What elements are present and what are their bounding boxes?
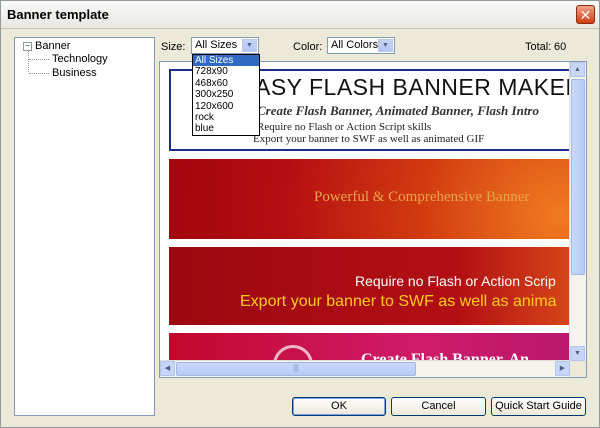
vertical-scrollbar[interactable]: ▲ ▼ <box>569 62 586 361</box>
tree-item-technology[interactable]: Technology <box>52 53 108 65</box>
total-count: 60 <box>554 41 567 53</box>
cancel-button[interactable]: Cancel <box>391 397 486 416</box>
scroll-right-icon[interactable]: ▶ <box>555 361 570 376</box>
title-bar: Banner template ✕ <box>1 1 599 29</box>
size-option[interactable]: 300x250 <box>193 89 259 100</box>
tree-item-label: Banner <box>35 40 71 52</box>
size-option[interactable]: 728x90 <box>193 66 259 77</box>
quick-start-guide-button[interactable]: Quick Start Guide <box>491 397 586 416</box>
scroll-down-icon[interactable]: ▼ <box>570 346 585 361</box>
tree-connector <box>28 50 29 72</box>
scroll-up-icon[interactable]: ▲ <box>570 62 585 77</box>
ok-button[interactable]: OK <box>292 397 386 416</box>
tree-connector <box>29 59 49 60</box>
horizontal-scrollbar[interactable]: ◀ ||| ▶ <box>160 360 570 377</box>
window-title: Banner template <box>7 7 109 22</box>
size-select-value: All Sizes <box>195 39 238 51</box>
size-option[interactable]: All Sizes <box>193 55 259 67</box>
color-select[interactable]: All Colors ▼ <box>327 37 395 54</box>
color-label: Color: <box>293 41 323 53</box>
close-icon[interactable]: ✕ <box>576 5 595 24</box>
color-select-value: All Colors <box>331 39 379 51</box>
banner-heading: ASY FLASH BANNER MAKER <box>255 74 579 100</box>
scrollbar-corner <box>570 361 586 377</box>
size-dropdown-list[interactable]: All Sizes 728x90 468x60 300x250 120x600 … <box>192 54 260 136</box>
chevron-down-icon[interactable]: ▼ <box>378 39 393 52</box>
horizontal-scroll-thumb[interactable]: ||| <box>176 362 416 376</box>
size-option[interactable]: rock <box>193 112 259 123</box>
tree-item-banner[interactable]: − Banner <box>23 40 70 52</box>
banner-thumbnail[interactable]: Powerful & Comprehensive Banner <box>169 159 579 239</box>
banner-thumbnail[interactable]: Create Flash Banner, An <box>169 333 579 363</box>
banner-thumbnail[interactable]: Require no Flash or Action Scrip Export … <box>169 247 579 325</box>
banner-template-dialog: Banner template ✕ − Banner Technology Bus… <box>0 0 600 428</box>
chevron-down-icon[interactable]: ▼ <box>242 39 257 52</box>
banner-subtitle: Create Flash Banner, Animated Banner, Fl… <box>257 103 539 118</box>
banner-text: Require no Flash or Action Script skills <box>257 121 432 133</box>
total-label: Total: <box>525 41 552 53</box>
banner-text: Export your banner to SWF as well as ani… <box>253 133 485 145</box>
scroll-left-icon[interactable]: ◀ <box>160 361 175 376</box>
banner-text: Powerful & Comprehensive Banner <box>314 189 530 205</box>
size-option[interactable]: 120x600 <box>193 101 259 112</box>
size-option[interactable]: blue <box>193 123 259 134</box>
banner-text: Export your banner to SWF as well as ani… <box>240 293 557 310</box>
size-select[interactable]: All Sizes ▼ <box>191 37 259 54</box>
size-option[interactable]: 468x60 <box>193 78 259 89</box>
vertical-scroll-thumb[interactable] <box>571 79 585 275</box>
banner-text: Require no Flash or Action Scrip <box>355 273 556 289</box>
tree-connector <box>29 73 49 74</box>
size-label: Size: <box>161 41 186 53</box>
tree-item-business[interactable]: Business <box>52 67 97 79</box>
category-tree[interactable]: − Banner Technology Business <box>14 37 155 416</box>
